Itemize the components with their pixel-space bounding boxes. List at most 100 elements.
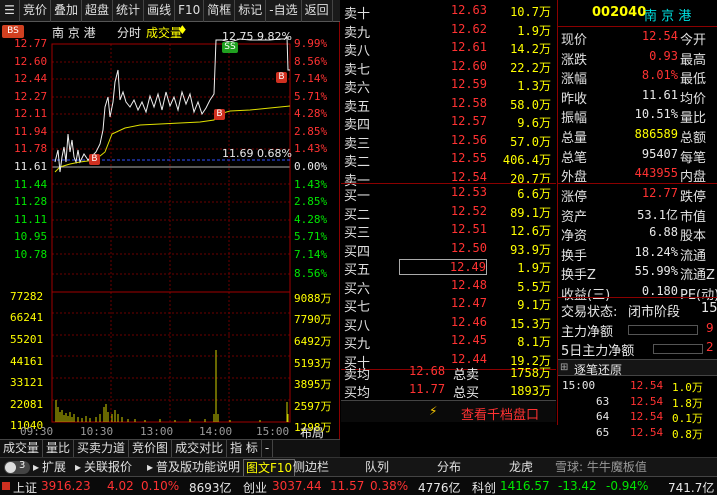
ask-volume: 22.2 [510,60,539,75]
toolbar-button-overlay[interactable]: 叠加 [51,0,83,22]
expand-icon[interactable]: ⊞ [560,362,568,373]
buy-marker[interactable]: B [214,109,225,120]
quote-key-secondary: 股本 [680,229,707,245]
toolbar-button-stats[interactable]: 统计 [113,0,145,22]
link-arrow-icon[interactable]: ▸ [75,458,81,477]
trade-status-label: 交易状态: [561,305,618,320]
bid-price: 12.50 [450,240,487,255]
buy-total-label: 总买 [453,386,480,401]
tab-indicator[interactable]: 指 标 [227,440,262,457]
bid-level-name: 买三 [344,226,371,241]
sell-total: 1758 [510,366,539,380]
tab-trade-compare[interactable]: 成交对比 [172,440,228,457]
tab-volume-ratio[interactable]: 量比 [43,440,75,457]
pct-label: 8.56% [294,55,328,68]
bid-level[interactable]: 买三 12.51 12.6万 [341,221,556,241]
toolbar-button-watchlist[interactable]: -自选 [266,0,302,22]
time-label: 09:30 [20,425,54,438]
toolbar-button-simple[interactable]: 简框 [204,0,236,22]
tab-bidding-chart[interactable]: 竞价图 [129,440,173,457]
view-depth-button[interactable]: ⚡ 查看千档盘口 [341,400,556,423]
toggle-switch[interactable]: 3 [4,460,30,474]
bid-price: 12.47 [450,296,487,310]
stock-code: 002040 [592,5,647,20]
ask-volume: 58.0 [510,97,539,112]
ask-level[interactable]: 卖五 12.58 58.0万 [341,95,556,115]
ticks-header[interactable]: ⊞ 逐笔还原 [558,359,717,377]
sh-value: 3916.23 [41,479,91,493]
bid-volume: 6.6 [517,187,539,201]
bid-level[interactable]: 买九 12.45 8.1万 [341,332,556,352]
bid-level[interactable]: 买四 12.50 93.9万 [341,240,556,260]
cy-pct: 0.38% [370,479,409,493]
toolbar-button-bidding[interactable]: 竞价 [20,0,52,22]
ask-level[interactable]: 卖三 12.56 57.0万 [341,132,556,152]
bid-level[interactable]: 买七 12.47 9.1万 [341,295,556,315]
tab-buy-sell-force[interactable]: 买卖力道 [74,440,130,457]
main-net-label[interactable]: 主力净额 [561,321,613,340]
tab-related-quotes[interactable]: 关联报价 [84,458,132,477]
toolbar-button-f10[interactable]: F10 [175,0,205,22]
toolbar-button-back[interactable]: 返回 [302,0,333,22]
tab-f10[interactable]: 图文F10 [243,459,296,477]
quote-key-secondary: 量比 [680,111,707,127]
high-annotation: 12.75 9.82% [222,30,292,43]
bid-level[interactable]: 买五 12.49 1.9万 [341,258,556,278]
kc-label[interactable]: 科创 [472,479,496,495]
toolbar-button-draw[interactable]: 画线 [144,0,176,22]
bid-volume: 5.5 [517,279,539,294]
ask-level[interactable]: 卖四 12.57 9.6万 [341,113,556,133]
bid-level[interactable]: 买八 12.46 15.3万 [341,314,556,334]
buy-marker[interactable]: B [276,72,287,83]
volume-unit: 万 [538,134,551,149]
cy-label[interactable]: 创业 [243,479,267,495]
quote-row: 涨幅 8.01% 最低 [558,67,717,87]
quote-key-secondary: 流通Z [680,268,715,284]
ask-level[interactable]: 卖七 12.60 22.2万 [341,58,556,78]
tab-queue[interactable]: 队列 [365,458,389,477]
trade-status: 闭市阶段 [628,305,681,320]
quote-value: 6.88 [649,225,678,240]
quote-row: 总量 886589 总额 [558,126,717,146]
ask-level[interactable]: 卖八 12.61 14.2万 [341,39,556,59]
ask-level[interactable]: 卖九 12.62 1.9万 [341,21,556,41]
tab-volume[interactable]: 成交量 [0,440,44,457]
bid-price: 12.45 [450,333,487,347]
price-label: 11.28 [14,195,48,208]
link-arrow-icon[interactable]: ▸ [147,458,153,477]
quote-row: 收益(三) 0.180 PE(动) [558,283,717,303]
buy-marker[interactable]: B [89,154,100,165]
toolbar-button-super[interactable]: 超盘 [82,0,114,22]
tab-distribution[interactable]: 分布 [437,458,461,477]
volume-unit: 万 [538,205,551,220]
ask-volume: 1.3 [517,79,539,93]
tab-sidebar[interactable]: 侧边栏 [293,458,329,477]
volume-label: 44161 [10,355,44,368]
ask-volume: 9.6 [517,116,539,130]
volume-unit: 万 [538,261,551,275]
function-tabs: 3 ▸ 扩展 ▸ 关联报价 ▸ 普及版功能说明 图文F10 侧边栏 队列 分布 … [0,457,717,477]
intraday-chart[interactable]: BS 南 京 港 分时 成交量 ♦ B B B SS 12.75 9.82% 1… [0,22,340,440]
ask-level-name: 卖四 [344,118,371,133]
menu-icon[interactable]: ☰ [0,0,20,22]
bid-level[interactable]: 买二 12.52 89.1万 [341,203,556,223]
ask-level[interactable]: 卖十 12.63 10.7万 [341,2,556,22]
tick-time: 63 [596,394,610,408]
quote-key-secondary: 跌停 [680,190,707,205]
amount-label: 7790万 [294,313,332,326]
tab-more[interactable]: - [262,440,274,457]
expand-arrow-icon[interactable]: ▸ [33,458,39,477]
tab-dragon-tiger[interactable]: 龙虎 [509,458,533,477]
bid-level[interactable]: 买一 12.53 6.6万 [341,184,556,204]
ask-level[interactable]: 卖二 12.55 406.4万 [341,150,556,170]
kc-change: -13.42 [558,479,597,493]
sell-marker[interactable]: SS [222,42,238,53]
main-net5-label[interactable]: 5日主力净额 [561,340,634,359]
bid-level[interactable]: 买六 12.48 5.5万 [341,277,556,297]
toolbar-button-mark[interactable]: 标记 [235,0,267,22]
tab-expand[interactable]: 扩展 [42,458,66,477]
quote-key: 资产 [561,209,588,225]
sh-label[interactable]: 上证 [13,479,37,495]
tab-feature-guide[interactable]: 普及版功能说明 [156,458,240,477]
ask-level[interactable]: 卖六 12.59 1.3万 [341,76,556,96]
